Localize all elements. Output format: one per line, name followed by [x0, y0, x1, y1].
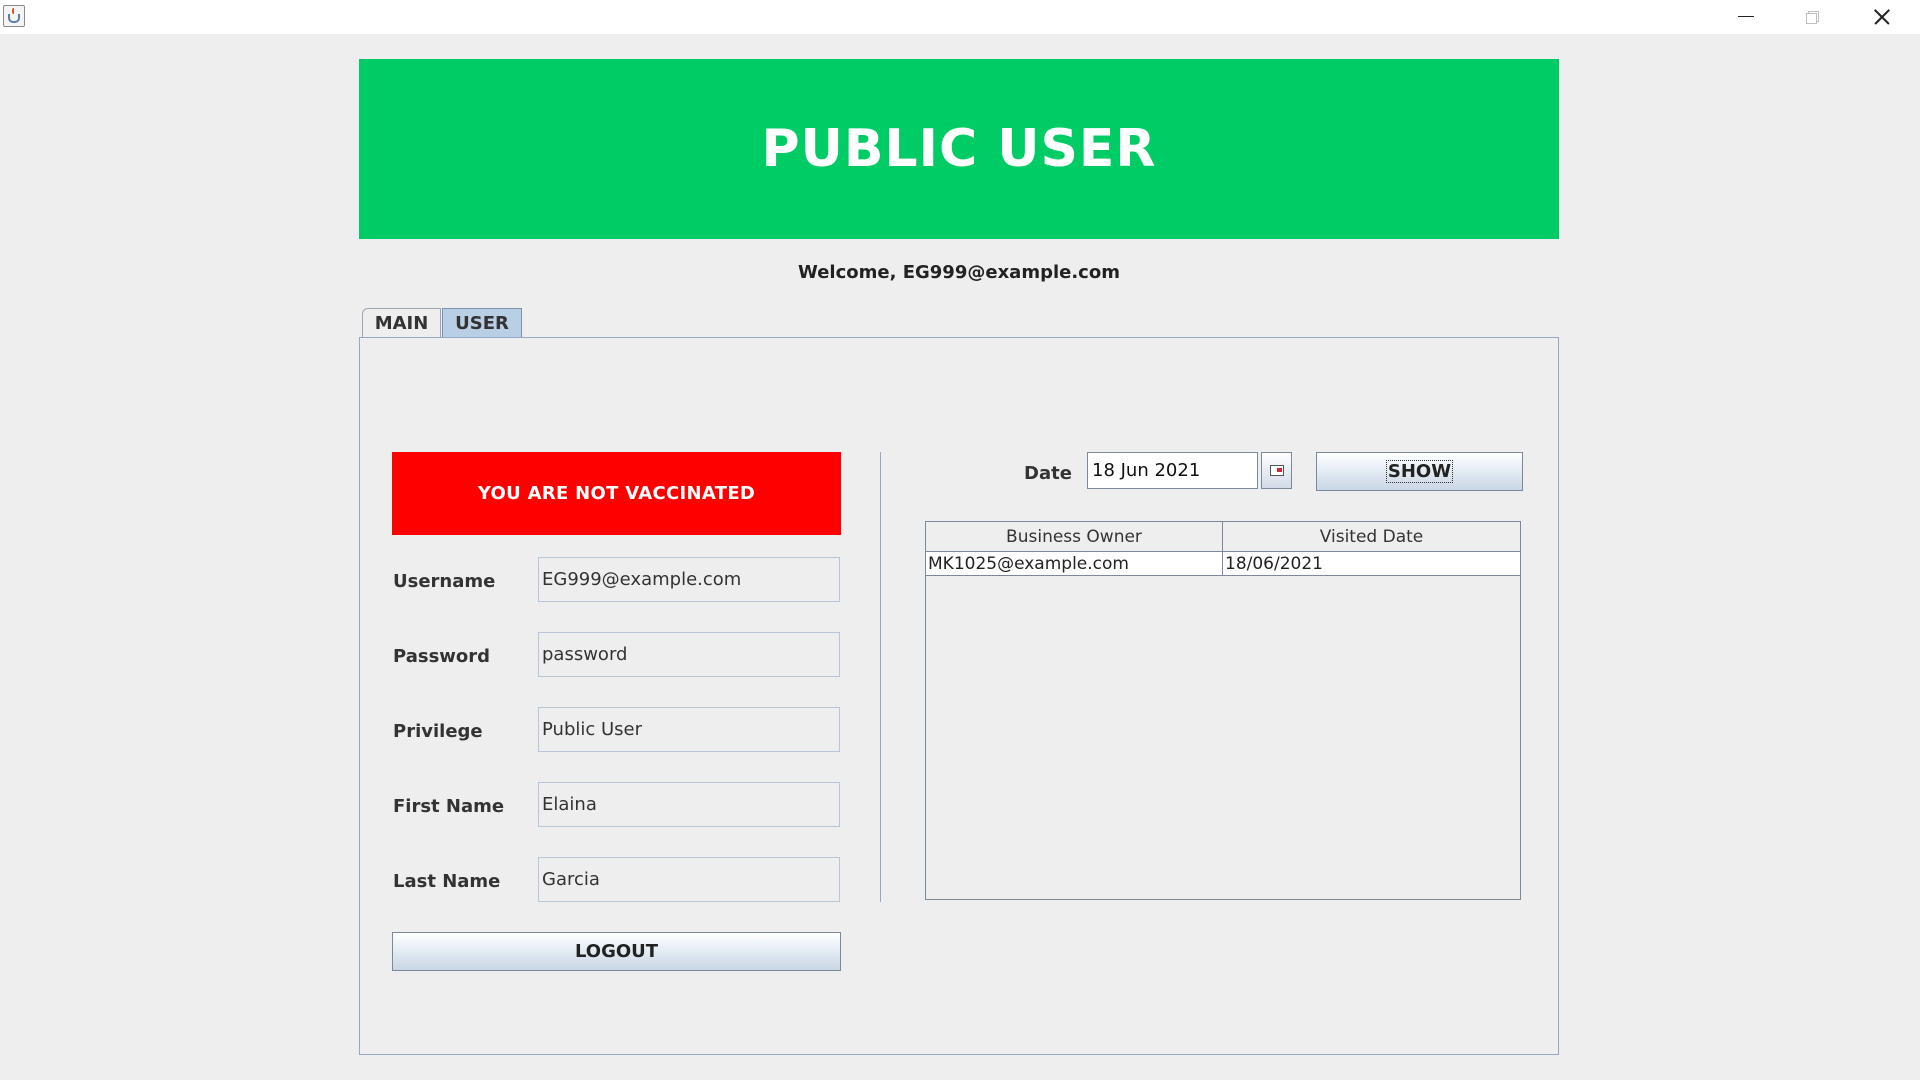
table-cell-business-owner[interactable]: MK1025@example.com — [926, 552, 1223, 576]
column-header-business-owner[interactable]: Business Owner — [926, 522, 1223, 552]
calendar-button[interactable] — [1261, 452, 1292, 489]
table-cell-visited-date[interactable]: 18/06/2021 — [1223, 552, 1520, 576]
java-cup-icon[interactable] — [3, 5, 25, 27]
password-field[interactable]: password — [538, 632, 840, 677]
username-field[interactable]: EG999@example.com — [538, 557, 840, 602]
first-name-field[interactable]: Elaina — [538, 782, 840, 827]
vaccination-status-banner: YOU ARE NOT VACCINATED — [392, 452, 841, 535]
tab-user[interactable]: USER — [442, 308, 522, 338]
privilege-field[interactable]: Public User — [538, 707, 840, 752]
logout-button[interactable]: LOGOUT — [392, 932, 841, 971]
restore-icon[interactable] — [1778, 0, 1846, 34]
date-field[interactable]: 18 Jun 2021 — [1087, 452, 1258, 489]
minimize-icon[interactable] — [1710, 0, 1778, 34]
show-button[interactable]: SHOW — [1316, 452, 1523, 491]
password-label: Password — [393, 646, 491, 667]
username-label: Username — [393, 571, 496, 592]
privilege-label: Privilege — [393, 721, 483, 742]
vertical-divider — [880, 452, 881, 902]
calendar-icon — [1270, 465, 1284, 476]
last-name-label: Last Name — [393, 871, 501, 892]
tab-main[interactable]: MAIN — [362, 308, 441, 338]
table-row[interactable]: MK1025@example.com 18/06/2021 — [926, 552, 1520, 576]
visits-table[interactable]: Business Owner Visited Date MK1025@examp… — [925, 521, 1521, 900]
page-title: PUBLIC USER — [761, 119, 1157, 179]
show-button-label: SHOW — [1385, 460, 1454, 483]
first-name-label: First Name — [393, 796, 505, 817]
date-label: Date — [1024, 463, 1072, 484]
welcome-message: Welcome, EG999@example.com — [798, 262, 1120, 283]
column-header-visited-date[interactable]: Visited Date — [1223, 522, 1520, 552]
table-header: Business Owner Visited Date — [926, 522, 1520, 552]
title-bar — [0, 0, 1920, 34]
close-icon[interactable] — [1848, 0, 1916, 34]
last-name-field[interactable]: Garcia — [538, 857, 840, 902]
header-banner: PUBLIC USER — [359, 59, 1559, 239]
